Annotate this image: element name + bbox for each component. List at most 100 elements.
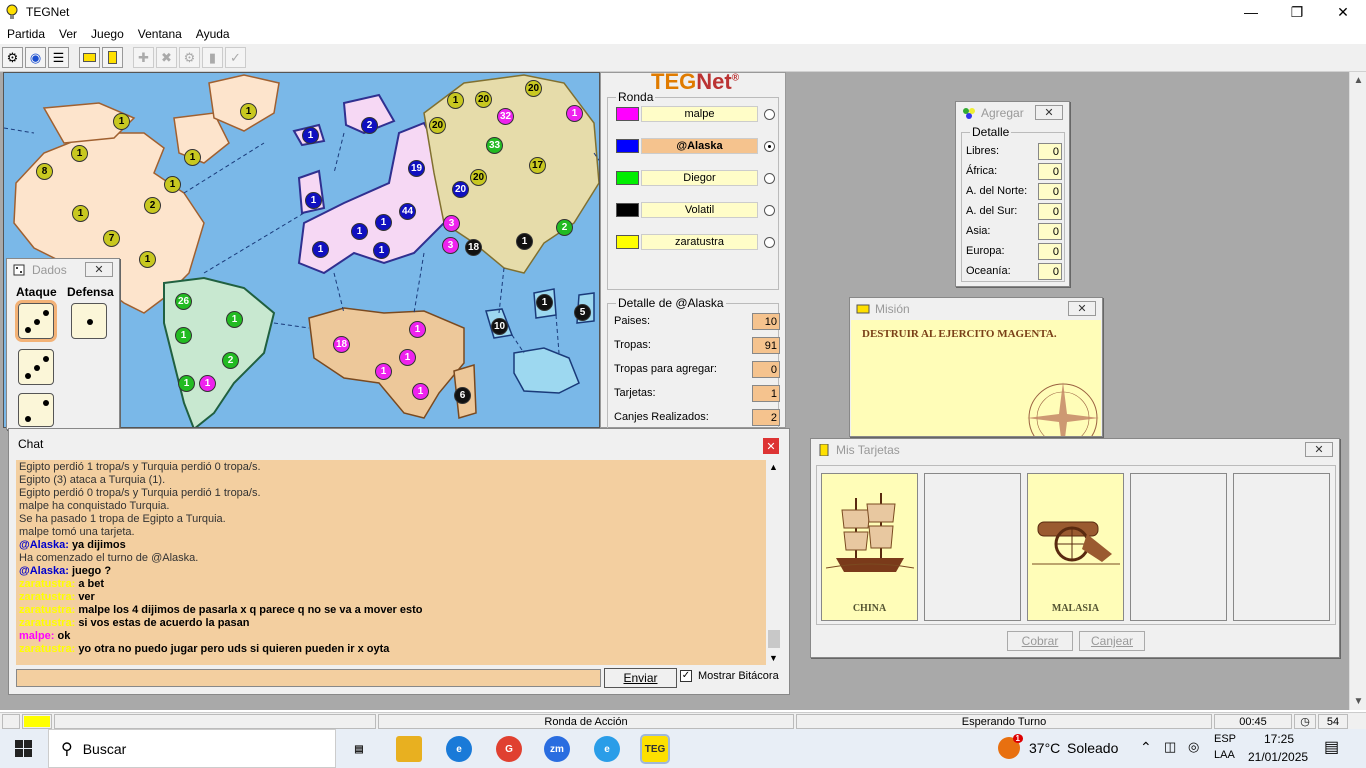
internet-explorer-icon[interactable]: e — [594, 736, 620, 762]
clock-date[interactable]: 21/01/2025 — [1248, 750, 1308, 764]
army-token[interactable]: 1 — [375, 363, 392, 380]
player-row[interactable]: malpe — [616, 106, 775, 122]
army-token[interactable]: 6 — [454, 387, 471, 404]
army-token[interactable]: 33 — [486, 137, 503, 154]
file-explorer-icon[interactable] — [396, 736, 422, 762]
army-token[interactable]: 1 — [71, 145, 88, 162]
scroll-down-icon[interactable]: ▼ — [1350, 693, 1366, 710]
menu-juego[interactable]: Juego — [84, 27, 131, 41]
mission-card-icon[interactable] — [79, 47, 100, 68]
scroll-up-icon[interactable]: ▲ — [1350, 72, 1366, 89]
army-token[interactable]: 20 — [452, 181, 469, 198]
army-token[interactable]: 20 — [525, 80, 542, 97]
army-token[interactable]: 18 — [465, 239, 482, 256]
agregar-titlebar[interactable]: Agregar ✕ — [956, 102, 1069, 124]
army-token[interactable]: 1 — [399, 349, 416, 366]
army-token[interactable]: 1 — [516, 233, 533, 250]
army-token[interactable]: 1 — [226, 311, 243, 328]
mostrar-bitacora-checkbox[interactable]: ✓ Mostrar Bitácora — [680, 670, 779, 682]
army-token[interactable]: 20 — [475, 91, 492, 108]
chat-scrollbar[interactable]: ▲ ▼ — [766, 460, 782, 665]
mision-close-icon[interactable]: ✕ — [1068, 301, 1096, 316]
army-token[interactable]: 1 — [312, 241, 329, 258]
player-radio[interactable] — [764, 140, 775, 152]
army-token[interactable]: 1 — [447, 92, 464, 109]
army-token[interactable]: 2 — [144, 197, 161, 214]
army-token[interactable]: 1 — [178, 375, 195, 392]
army-token[interactable]: 1 — [175, 327, 192, 344]
menu-ventana[interactable]: Ventana — [131, 27, 189, 41]
enviar-button[interactable]: Enviar — [604, 668, 677, 688]
take-card-icon[interactable]: ▮ — [202, 47, 223, 68]
menu-ver[interactable]: Ver — [52, 27, 84, 41]
add-troops-icon[interactable]: ✚ — [133, 47, 154, 68]
chat-close-icon[interactable]: ✕ — [763, 438, 779, 454]
player-radio[interactable] — [764, 172, 775, 184]
army-token[interactable]: 1 — [536, 294, 553, 311]
zoom-icon[interactable]: zm — [544, 736, 570, 762]
wifi-icon[interactable]: ◎ — [1188, 739, 1199, 755]
army-token[interactable]: 2 — [556, 219, 573, 236]
cobrar-button[interactable]: Cobrar — [1007, 631, 1073, 651]
vertical-scrollbar[interactable]: ▲ ▼ — [1349, 72, 1366, 710]
canjear-button[interactable]: Canjear — [1079, 631, 1145, 651]
army-token[interactable]: 18 — [333, 336, 350, 353]
lang-bottom[interactable]: LAA — [1214, 749, 1235, 761]
dados-titlebar[interactable]: Dados ✕ — [7, 259, 119, 281]
attack-icon[interactable]: ✖ — [156, 47, 177, 68]
taskbar-search[interactable]: ⚲ Buscar — [48, 729, 336, 768]
agregar-close-icon[interactable]: ✕ — [1035, 105, 1063, 120]
player-radio[interactable] — [764, 108, 775, 120]
army-token[interactable]: 1 — [566, 105, 583, 122]
army-token[interactable]: 3 — [443, 215, 460, 232]
army-token[interactable]: 1 — [351, 223, 368, 240]
player-row[interactable]: zaratustra — [616, 234, 775, 250]
meet-icon[interactable]: ◫ — [1164, 739, 1176, 755]
army-token[interactable]: 44 — [399, 203, 416, 220]
end-turn-icon[interactable]: ✓ — [225, 47, 246, 68]
army-token[interactable]: 5 — [574, 304, 591, 321]
regroup-icon[interactable]: ⚙ — [179, 47, 200, 68]
chrome-icon[interactable]: G — [496, 736, 522, 762]
windows-start-icon[interactable] — [15, 740, 32, 757]
cards-icon[interactable] — [102, 47, 123, 68]
mision-titlebar[interactable]: Misión ✕ — [850, 298, 1102, 320]
chat-scroll-down-icon[interactable]: ▼ — [769, 653, 778, 663]
army-token[interactable]: 1 — [409, 321, 426, 338]
army-token[interactable]: 20 — [470, 169, 487, 186]
tarjetas-close-icon[interactable]: ✕ — [1305, 442, 1333, 457]
army-token[interactable]: 1 — [373, 242, 390, 259]
army-token[interactable]: 1 — [305, 192, 322, 209]
chat-log[interactable]: Egipto perdió 1 tropa/s y Turquia perdió… — [16, 460, 766, 665]
menu-partida[interactable]: Partida — [0, 27, 52, 41]
tarjetas-titlebar[interactable]: Mis Tarjetas ✕ — [811, 439, 1339, 461]
army-token[interactable]: 3 — [442, 237, 459, 254]
army-token[interactable]: 1 — [412, 383, 429, 400]
player-radio[interactable] — [764, 236, 775, 248]
edge-icon[interactable]: e — [446, 736, 472, 762]
lang-top[interactable]: ESP — [1214, 733, 1236, 745]
army-token[interactable]: 32 — [497, 108, 514, 125]
card-3[interactable]: MALASIA — [1027, 473, 1124, 621]
close-button[interactable]: ✕ — [1320, 0, 1366, 24]
minimize-button[interactable]: — — [1228, 0, 1274, 24]
army-token[interactable]: 2 — [361, 117, 378, 134]
army-token[interactable]: 19 — [408, 160, 425, 177]
army-token[interactable]: 1 — [375, 214, 392, 231]
chat-input[interactable] — [16, 669, 601, 687]
army-token[interactable]: 17 — [529, 157, 546, 174]
check-icon[interactable]: ✓ — [680, 670, 692, 682]
army-token[interactable]: 1 — [184, 149, 201, 166]
player-row[interactable]: Diegor — [616, 170, 775, 186]
task-view-icon[interactable]: ▤ — [346, 736, 372, 762]
army-token[interactable]: 7 — [103, 230, 120, 247]
player-row[interactable]: @Alaska — [616, 138, 775, 154]
clock-time[interactable]: 17:25 — [1264, 732, 1294, 746]
army-token[interactable]: 1 — [240, 103, 257, 120]
chat-scroll-thumb[interactable] — [768, 630, 780, 648]
army-token[interactable]: 1 — [113, 113, 130, 130]
menu-ayuda[interactable]: Ayuda — [189, 27, 237, 41]
army-token[interactable]: 26 — [175, 293, 192, 310]
globe-icon[interactable]: ◉ — [25, 47, 46, 68]
notification-icon[interactable]: ▤ — [1324, 737, 1339, 757]
